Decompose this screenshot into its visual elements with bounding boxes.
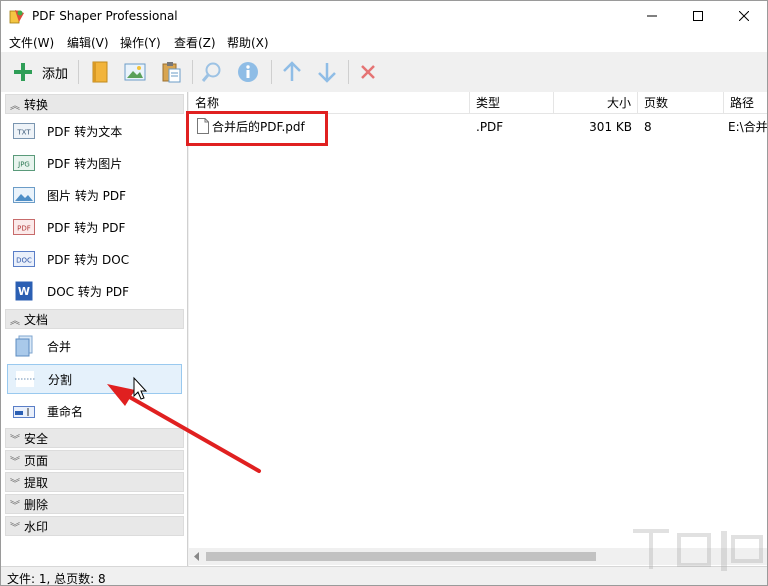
chevron-down-icon: ︾ bbox=[10, 456, 20, 468]
pdf-file-icon: PDF bbox=[7, 219, 41, 235]
category-page[interactable]: ︾ 页面 bbox=[5, 450, 184, 470]
txt-file-icon: TXT bbox=[7, 123, 41, 139]
svg-text:PDF: PDF bbox=[17, 225, 31, 233]
sidebar-item-pdf-to-image[interactable]: JPG PDF 转为图片 bbox=[7, 148, 182, 178]
task-sidebar: ︽ 转换 TXT PDF 转为文本 JPG PDF 转为图片 图片 转为 PDF… bbox=[1, 92, 188, 566]
column-header-size[interactable]: 大小 bbox=[554, 92, 638, 114]
file-pages: 8 bbox=[644, 120, 652, 134]
maximize-icon bbox=[693, 11, 703, 21]
menu-help[interactable]: 帮助(X) bbox=[225, 34, 271, 51]
remove-button[interactable] bbox=[355, 59, 381, 85]
scrollbar-thumb[interactable] bbox=[206, 552, 596, 561]
file-list: 名称 类型 大小 页数 路径 合并后的PDF.pdf .PDF 301 KB 8… bbox=[189, 92, 767, 566]
column-header-path[interactable]: 路径 bbox=[724, 92, 767, 114]
arrow-up-icon bbox=[283, 61, 301, 81]
clipboard-button[interactable] bbox=[158, 59, 184, 85]
chevron-down-icon: ︾ bbox=[10, 500, 20, 512]
category-security[interactable]: ︾ 安全 bbox=[5, 428, 184, 448]
close-button[interactable] bbox=[721, 1, 767, 31]
sidebar-item-doc-to-pdf[interactable]: W DOC 转为 PDF bbox=[7, 276, 182, 306]
move-down-button[interactable] bbox=[314, 59, 340, 85]
column-header-type[interactable]: 类型 bbox=[470, 92, 554, 114]
sidebar-item-pdf-to-text[interactable]: TXT PDF 转为文本 bbox=[7, 116, 182, 146]
word-icon: W bbox=[7, 281, 41, 301]
plus-icon bbox=[13, 63, 32, 81]
toolbar-separator bbox=[78, 60, 79, 84]
chevron-down-icon: ︾ bbox=[10, 478, 20, 490]
chevron-down-icon: ︾ bbox=[10, 434, 20, 446]
sidebar-item-pdf-to-doc[interactable]: DOC PDF 转为 DOC bbox=[7, 244, 182, 274]
file-type: .PDF bbox=[476, 120, 504, 134]
highlight-annotation bbox=[186, 111, 328, 146]
chevron-down-icon: ︾ bbox=[10, 522, 20, 534]
file-size: 301 KB bbox=[589, 120, 632, 134]
chevron-up-icon: ︽ bbox=[10, 315, 20, 327]
open-folder-button[interactable] bbox=[87, 59, 113, 85]
toolbar-separator bbox=[348, 60, 349, 84]
rename-icon bbox=[7, 403, 41, 419]
app-logo-icon bbox=[9, 10, 24, 24]
sidebar-item-image-to-pdf[interactable]: 图片 转为 PDF bbox=[7, 180, 182, 210]
info-button[interactable] bbox=[235, 59, 261, 85]
menu-file[interactable]: 文件(W) bbox=[7, 34, 56, 51]
menu-action[interactable]: 操作(Y) bbox=[118, 34, 163, 51]
watermark-logo-icon bbox=[633, 529, 763, 571]
category-delete[interactable]: ︾ 删除 bbox=[5, 494, 184, 514]
file-path: E:\合并 bbox=[728, 120, 768, 134]
title-bar[interactable]: PDF Shaper Professional bbox=[1, 1, 767, 31]
search-icon bbox=[201, 62, 221, 82]
merge-pages-icon bbox=[7, 335, 41, 357]
svg-text:TXT: TXT bbox=[16, 129, 31, 137]
book-icon bbox=[92, 61, 108, 83]
chevron-up-icon: ︽ bbox=[10, 100, 20, 112]
menu-bar: 文件(W) 编辑(V) 操作(Y) 查看(Z) 帮助(X) bbox=[1, 31, 767, 52]
minimize-icon bbox=[647, 15, 657, 17]
doc-file-icon: DOC bbox=[7, 251, 41, 267]
category-document[interactable]: ︽ 文档 bbox=[5, 309, 184, 329]
menu-view[interactable]: 查看(Z) bbox=[172, 34, 218, 51]
window-title: PDF Shaper Professional bbox=[32, 9, 178, 23]
add-button[interactable]: 添加 bbox=[9, 59, 71, 85]
split-pages-icon bbox=[8, 369, 42, 389]
move-up-button[interactable] bbox=[279, 59, 305, 85]
jpg-file-icon: JPG bbox=[7, 155, 41, 171]
info-icon bbox=[238, 62, 258, 82]
minimize-button[interactable] bbox=[629, 1, 675, 31]
svg-text:W: W bbox=[18, 285, 30, 298]
toolbar-separator bbox=[271, 60, 272, 84]
maximize-button[interactable] bbox=[675, 1, 721, 31]
picture-icon bbox=[7, 187, 41, 203]
column-header-pages[interactable]: 页数 bbox=[638, 92, 724, 114]
toolbar: 添加 bbox=[1, 52, 767, 92]
close-icon bbox=[739, 11, 749, 21]
category-extract[interactable]: ︾ 提取 bbox=[5, 472, 184, 492]
category-watermark[interactable]: ︾ 水印 bbox=[5, 516, 184, 536]
sidebar-item-pdf-to-pdf[interactable]: PDF PDF 转为 PDF bbox=[7, 212, 182, 242]
toolbar-separator bbox=[192, 60, 193, 84]
image-icon bbox=[124, 63, 146, 81]
image-button[interactable] bbox=[122, 59, 148, 85]
clipboard-icon bbox=[162, 62, 181, 83]
status-text: 文件: 1, 总页数: 8 bbox=[7, 572, 106, 586]
scroll-left-icon[interactable] bbox=[194, 552, 200, 561]
svg-text:DOC: DOC bbox=[16, 257, 32, 265]
sidebar-item-split[interactable]: 分割 bbox=[7, 364, 182, 394]
search-button[interactable] bbox=[199, 59, 225, 85]
delete-x-icon bbox=[361, 65, 375, 79]
add-button-label: 添加 bbox=[41, 66, 68, 82]
menu-edit[interactable]: 编辑(V) bbox=[65, 34, 111, 51]
sidebar-item-merge[interactable]: 合并 bbox=[7, 331, 182, 361]
app-window: PDF Shaper Professional 文件(W) 编辑(V) 操作(Y… bbox=[0, 0, 768, 586]
arrow-down-icon bbox=[318, 63, 336, 83]
category-convert[interactable]: ︽ 转换 bbox=[5, 94, 184, 114]
sidebar-item-rename[interactable]: 重命名 bbox=[7, 396, 182, 426]
svg-text:JPG: JPG bbox=[17, 161, 30, 169]
